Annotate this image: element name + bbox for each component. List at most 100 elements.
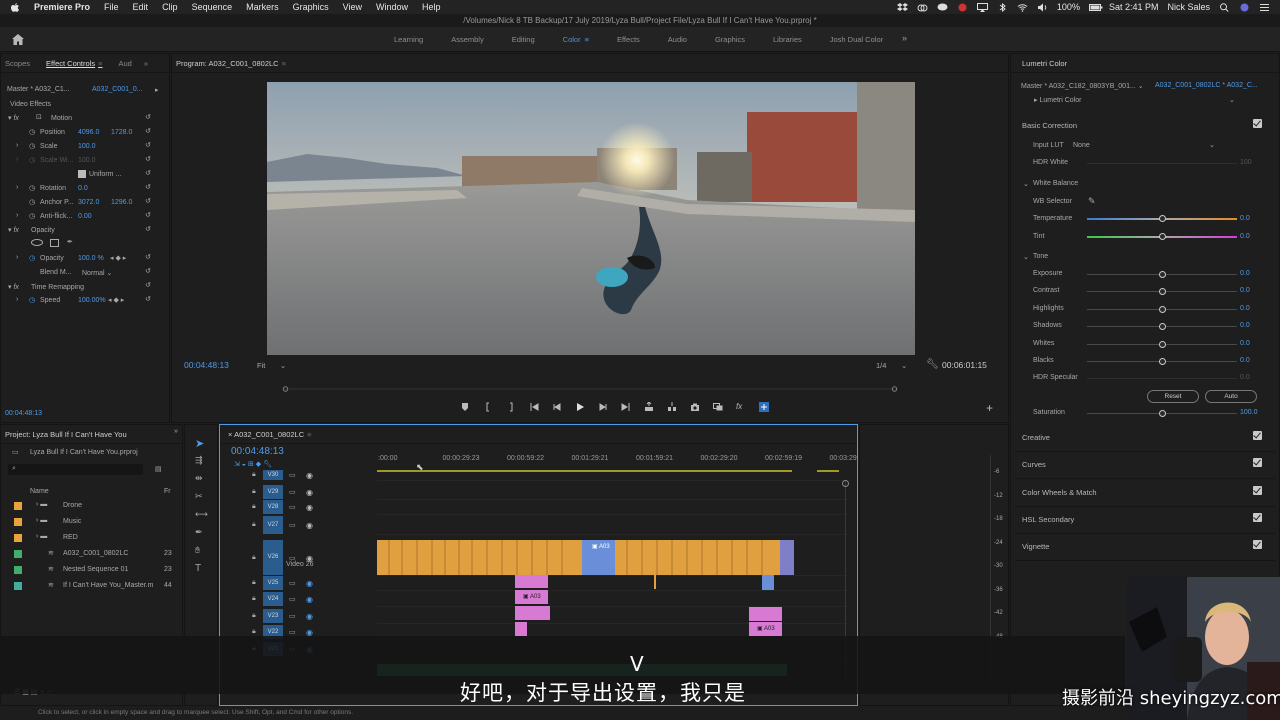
label-color-swatch[interactable] [14, 566, 22, 574]
apple-icon[interactable] [10, 2, 20, 12]
ec-timecode[interactable]: 00:04:48:13 [5, 410, 42, 417]
project-item-name[interactable]: Drone [63, 502, 82, 509]
ec-opacity-expand-icon[interactable]: ▾ fx [8, 226, 19, 234]
clip-v25-blue[interactable] [762, 575, 774, 590]
ec-rotation-value[interactable]: 0.0 [78, 185, 88, 192]
lock-icon[interactable]: 🔒︎ [252, 628, 256, 636]
eye-icon[interactable]: ◉ [306, 471, 313, 480]
lock-icon[interactable]: 🔒︎ [252, 554, 256, 562]
workspace-tab-effects[interactable]: Effects [603, 35, 654, 44]
ec-antiflicker-value[interactable]: 0.00 [78, 213, 92, 220]
eye-icon[interactable]: ◉ [306, 579, 313, 588]
eyedropper-icon[interactable]: ✎ [1088, 196, 1096, 207]
lumetri-scopes-toggle-icon[interactable] [759, 402, 769, 412]
workspace-tab-libraries[interactable]: Libraries [759, 35, 816, 44]
lift-icon[interactable] [644, 402, 654, 412]
notification-center-icon[interactable] [1259, 3, 1270, 12]
lumetri-auto-button[interactable]: Auto [1205, 390, 1257, 403]
lumetri-tone-value[interactable]: 0.0 [1240, 322, 1250, 329]
toggle-sync-icon[interactable]: ▭ [289, 521, 296, 529]
ec-antiflicker-expand-icon[interactable]: › [16, 212, 18, 219]
stopwatch-active-icon[interactable]: ◷ [29, 254, 35, 262]
project-item-name[interactable]: A032_C001_0802LC [63, 550, 128, 557]
project-col-framerate[interactable]: Fr [164, 488, 171, 495]
basic-correction-checkbox[interactable] [1253, 119, 1262, 128]
clip-v23-pink-b[interactable] [749, 607, 782, 621]
ec-rotation-expand-icon[interactable]: › [16, 184, 18, 191]
dropbox-icon[interactable] [896, 2, 908, 12]
workspace-tab-color[interactable]: Color ≡ [549, 35, 603, 44]
tab-sequence[interactable]: × A032_C001_0802LC ≡ [228, 430, 312, 439]
workspace-tab-audio[interactable]: Audio [654, 35, 701, 44]
clip-v22-pink[interactable] [515, 622, 527, 636]
extract-icon[interactable] [667, 402, 677, 412]
export-frame-icon[interactable] [690, 402, 700, 412]
workspaces-overflow-icon[interactable]: » [902, 33, 907, 43]
ec-play-icon[interactable]: ▸ [155, 86, 159, 94]
project-col-name[interactable]: Name [30, 488, 49, 495]
lumetri-clip-label[interactable]: A032_C001_0802LC * A032_C... [1155, 82, 1258, 89]
slip-tool-icon[interactable]: ⟷ [195, 509, 208, 520]
project-search-input[interactable] [8, 464, 143, 475]
reset-parameter-icon[interactable]: ↺ [145, 253, 151, 261]
ec-opacity-value-expand-icon[interactable]: › [16, 254, 18, 261]
track-target-label[interactable]: V29 [263, 485, 283, 499]
lumetri-tint-value[interactable]: 0.0 [1240, 233, 1250, 240]
reset-parameter-icon[interactable]: ↺ [145, 141, 151, 149]
eye-icon[interactable]: ◉ [306, 503, 313, 512]
tone-slider-knob[interactable] [1159, 340, 1166, 348]
menu-window[interactable]: Window [376, 2, 408, 12]
toggle-sync-icon[interactable]: ▭ [289, 579, 296, 587]
lumetri-section-checkbox[interactable] [1253, 431, 1262, 440]
lumetri-section-checkbox[interactable] [1253, 512, 1262, 522]
workspace-tab-learning[interactable]: Learning [380, 35, 437, 44]
lumetri-temperature-value[interactable]: 0.0 [1240, 215, 1250, 222]
label-color-swatch[interactable] [14, 502, 22, 510]
play-icon[interactable] [575, 402, 585, 412]
tab-scopes[interactable]: Scopes [5, 59, 30, 68]
hand-tool-icon[interactable]: ✋︎ [195, 545, 200, 556]
volume-icon[interactable] [1037, 3, 1048, 12]
lumetri-tone-value[interactable]: 0.0 [1240, 287, 1250, 294]
ec-speed-expand-icon[interactable]: › [16, 296, 18, 303]
home-icon[interactable] [12, 34, 24, 45]
ec-motion-expand-icon[interactable]: ▾ fx [8, 114, 19, 122]
label-color-swatch[interactable] [14, 518, 22, 526]
fx-toggle-icon[interactable]: fx [736, 402, 746, 412]
uniform-scale-checkbox[interactable] [78, 170, 86, 178]
lumetri-tone-value[interactable]: 0.0 [1240, 340, 1250, 347]
menu-graphics[interactable]: Graphics [293, 2, 329, 12]
rectangle-mask-icon[interactable] [50, 239, 59, 247]
lumetri-section-heading[interactable]: Vignette [1022, 542, 1049, 551]
lumetri-saturation-value[interactable]: 100.0 [1240, 409, 1258, 416]
lumetri-section-checkbox[interactable] [1253, 540, 1262, 550]
eye-icon[interactable]: ◉ [306, 521, 313, 530]
ec-speed-value[interactable]: 100.00% [78, 297, 106, 304]
tab-project[interactable]: Project: Lyza Bull If I Can't Have You [5, 430, 127, 439]
work-area-bar[interactable] [377, 466, 847, 476]
motion-transform-icon[interactable]: ⊡ [36, 113, 42, 121]
hamburger-menu-icon[interactable]: ≡ [585, 35, 589, 44]
keyframe-nav-icon[interactable]: ◂ ◆ ▸ [110, 254, 126, 262]
reset-parameter-icon[interactable]: ↺ [145, 281, 151, 289]
tab-lumetri-color[interactable]: Lumetri Color [1022, 59, 1067, 68]
wifi-icon[interactable] [1017, 3, 1028, 12]
eye-icon[interactable]: ◉ [306, 595, 313, 604]
label-color-swatch[interactable] [14, 582, 22, 590]
stopwatch-icon[interactable]: ◷ [29, 212, 35, 220]
program-current-timecode[interactable]: 00:04:48:13 [184, 360, 229, 370]
lumetri-section-checkbox[interactable] [1253, 485, 1262, 495]
track-target-label[interactable]: V27 [263, 516, 283, 534]
reset-parameter-icon[interactable]: ↺ [145, 197, 151, 205]
panel-menu-icon[interactable]: ≡ [282, 59, 286, 68]
panel-overflow-icon[interactable]: » [174, 428, 178, 435]
clip-v26-orange[interactable] [377, 540, 794, 575]
toggle-sync-icon[interactable]: ▭ [289, 595, 296, 603]
pen-tool-icon[interactable]: ✒ [195, 527, 203, 538]
add-marker-icon[interactable] [460, 402, 470, 412]
workspace-tab-assembly[interactable]: Assembly [437, 35, 498, 44]
toggle-sync-icon[interactable]: ▭ [289, 612, 296, 620]
menu-clip[interactable]: Clip [162, 2, 178, 12]
ec-anchor-x[interactable]: 3072.0 [78, 199, 99, 206]
eye-icon[interactable]: ◉ [306, 488, 313, 497]
